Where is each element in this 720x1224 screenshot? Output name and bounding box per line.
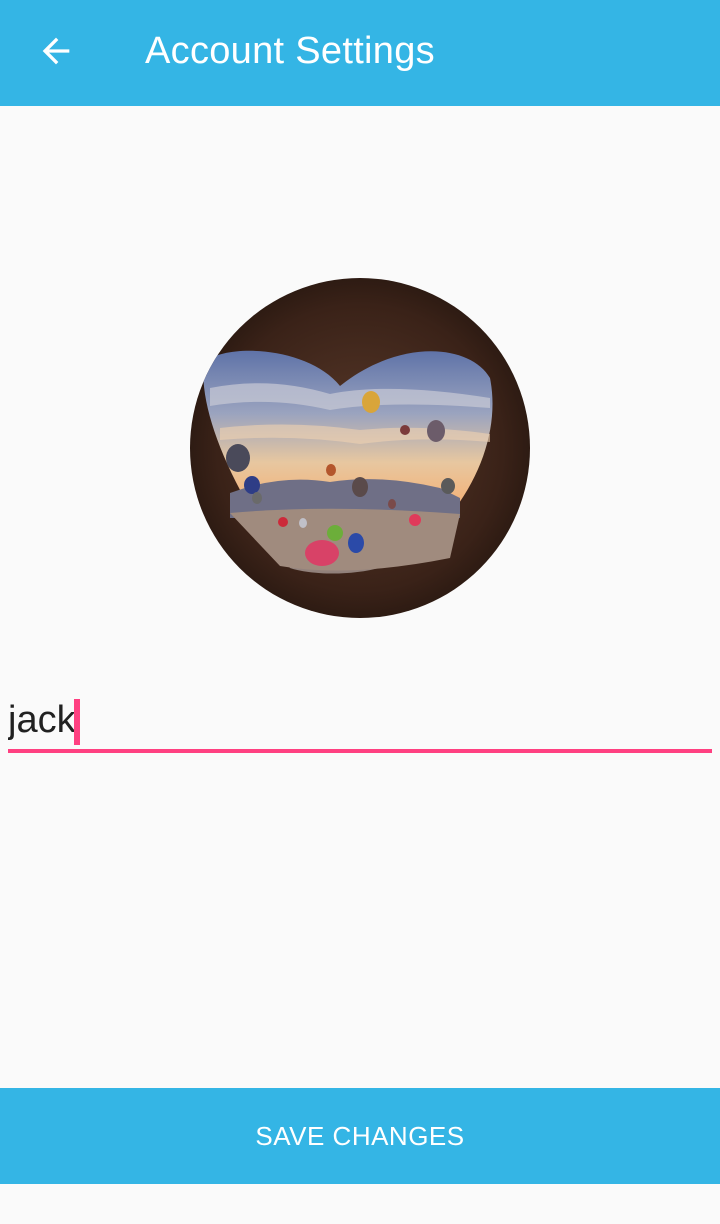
profile-avatar[interactable] bbox=[190, 278, 530, 618]
input-underline bbox=[8, 749, 712, 753]
page-title: Account Settings bbox=[145, 30, 435, 72]
text-cursor bbox=[74, 699, 80, 745]
save-changes-button[interactable]: SAVE CHANGES bbox=[0, 1088, 720, 1184]
name-field[interactable] bbox=[8, 690, 712, 754]
avatar-image bbox=[190, 278, 530, 618]
back-button[interactable] bbox=[20, 18, 92, 84]
arrow-back-icon bbox=[42, 37, 70, 65]
name-input[interactable] bbox=[8, 690, 712, 750]
app-bar: Account Settings bbox=[0, 0, 720, 106]
